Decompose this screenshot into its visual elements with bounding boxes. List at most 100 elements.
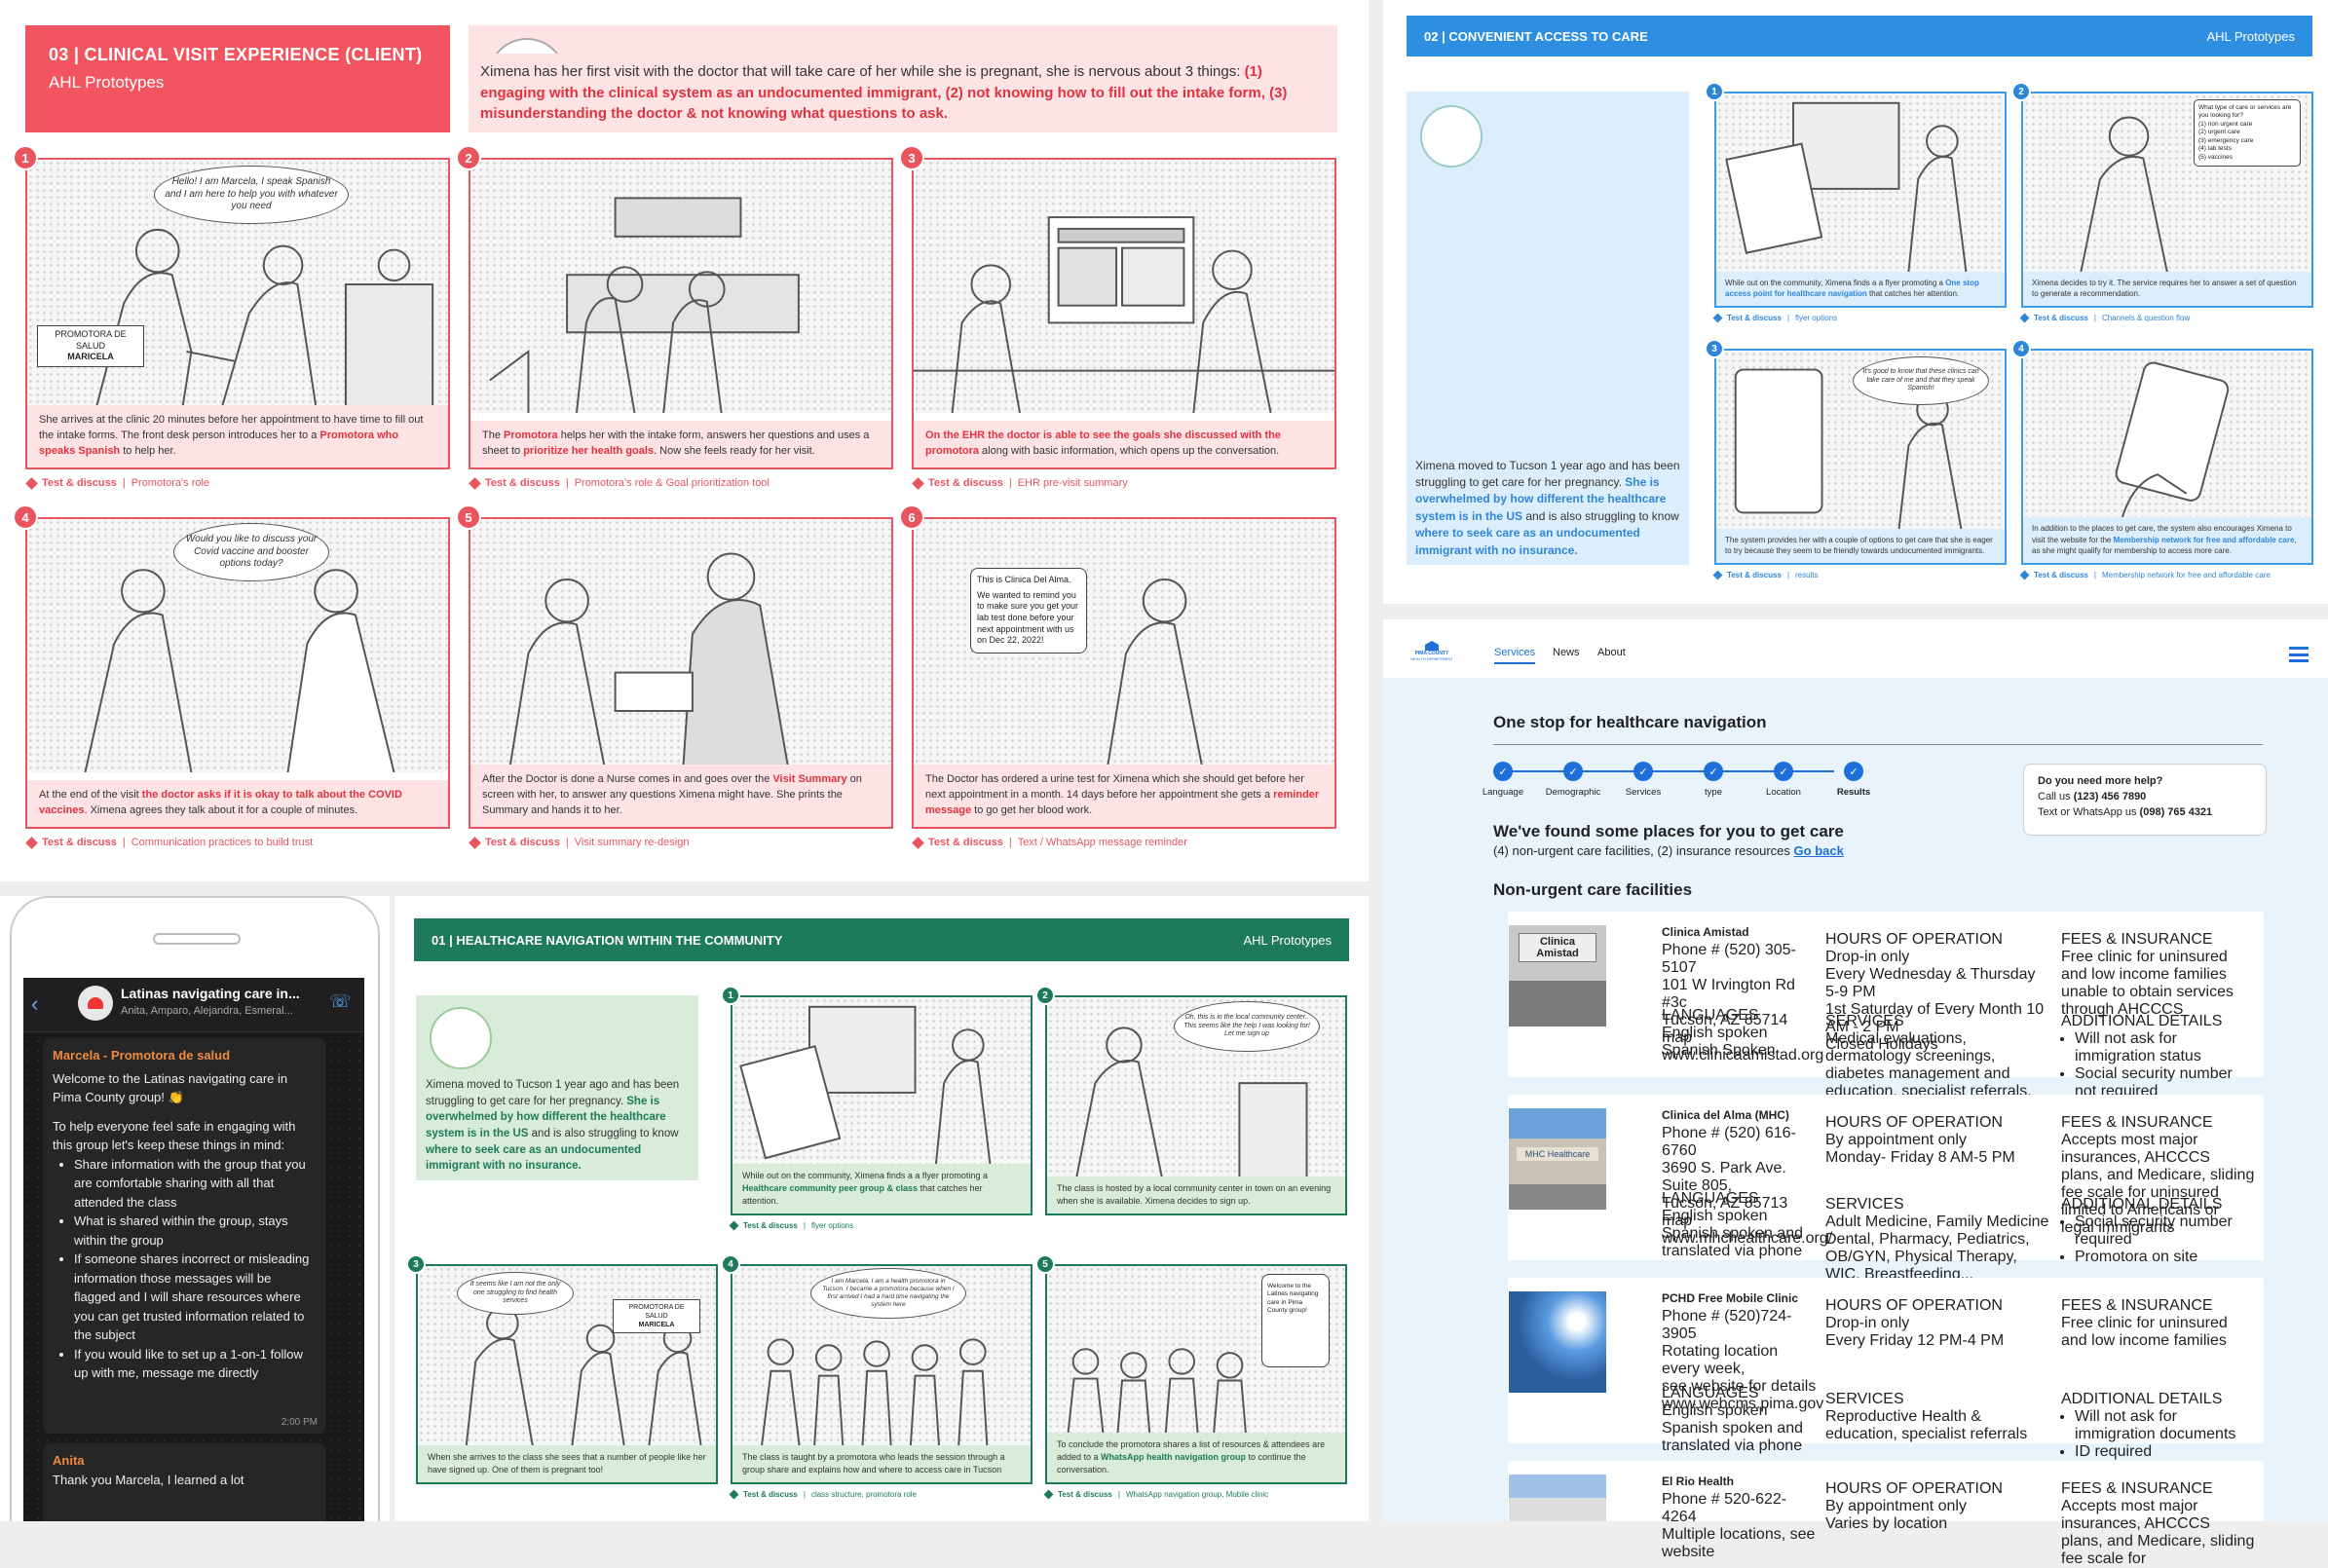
go-back-link[interactable]: Go back: [1794, 843, 1844, 858]
step-number-5: 5: [456, 504, 481, 530]
test-discuss-row: Test & discuss | Promotora's role & Goal p…: [469, 476, 770, 490]
facility-photo: [1509, 1291, 1606, 1393]
group-name[interactable]: Latinas navigating care in...: [121, 986, 300, 1001]
test-discuss-row: Test & discuss | Promotora's role: [25, 476, 209, 490]
back-arrow-icon[interactable]: ‹: [31, 991, 38, 1017]
building-icon: [1425, 641, 1439, 651]
nav-services[interactable]: Services: [1494, 647, 1536, 664]
frame-caption: The system provides her with a couple of…: [1716, 528, 2005, 563]
group-avatar[interactable]: [78, 986, 113, 1021]
community-frame-2: Oh, this is in the local community cente…: [1045, 995, 1347, 1215]
step-label: type: [1705, 787, 1722, 798]
detail-item: Will not ask for immigration documents: [2075, 1408, 2256, 1443]
message-bubble: Marcela - Promotora de salud Welcome to …: [43, 1038, 325, 1434]
step-number-6: 6: [899, 504, 924, 530]
storyboard-frame-5: After the Doctor is done a Nurse comes i…: [469, 517, 893, 829]
step-number-4: 4: [13, 504, 38, 530]
facility-card-3[interactable]: PCHD Free Mobile Clinic Phone # (520)724…: [1508, 1278, 2264, 1495]
nurse-summary-sketch: [507, 552, 790, 772]
storyboard-illustration: It seems like I am not the only one stru…: [418, 1266, 716, 1449]
speech-bubble: It seems like I am not the only one stru…: [457, 1272, 574, 1315]
step-check-icon[interactable]: ✓: [1563, 762, 1583, 781]
clinical-intro-box: Ximena has her first visit with the doct…: [469, 25, 1337, 132]
test-discuss-row: Test & discuss | WhatsApp navigation group…: [1043, 1489, 1268, 1500]
storyboard-illustration: Hello! I am Marcela, I speak Spanish and…: [27, 160, 448, 413]
frame-caption: To conclude the promotora shares a list …: [1047, 1432, 1345, 1482]
diamond-icon: [912, 476, 924, 490]
storyboard-illustration: [914, 160, 1334, 413]
nav-news[interactable]: News: [1553, 647, 1580, 658]
step-number-2: 2: [456, 145, 481, 170]
facility-photo: Clinica Amistad: [1509, 925, 1606, 1027]
clinical-subtitle: AHL Prototypes: [49, 73, 165, 92]
message-bubble: Anita Thank you Marcela, I learned a lot: [43, 1443, 325, 1521]
facility-name: Clinica Amistad: [1662, 925, 1749, 939]
top-nav: PIMA COUNTY HEALTH DEPARTMENT Services Ne…: [1383, 619, 2328, 678]
storyboard-illustration: This is Clinica Del Alma. We wanted to r…: [914, 519, 1334, 772]
found-title: We've found some places for you to get c…: [1493, 822, 1844, 840]
diamond-icon: [2019, 313, 2030, 323]
frame-caption: The Doctor has ordered a urine test for …: [914, 765, 1334, 827]
test-discuss-row: Test & discuss | Membership network for fr…: [2019, 570, 2271, 580]
storyboard-illustration: [1716, 93, 2005, 273]
storyboard-illustration: It's good to know that these clinics can…: [1716, 351, 2005, 530]
message-text: Thank you Marcela, I learned a lot: [53, 1472, 244, 1487]
facility-card-4[interactable]: El Rio Health Phone # 520-622-4264 Multi…: [1508, 1461, 2264, 1567]
access-step-3: 3: [1705, 339, 1724, 358]
storyboard-frame-4: Would you like to discuss your Covid vac…: [25, 517, 450, 829]
diamond-icon: [1712, 313, 1723, 323]
access-title: 02 | CONVENIENT ACCESS TO CARE: [1424, 28, 1648, 44]
pima-logo[interactable]: PIMA COUNTY HEALTH DEPARTMENT: [1408, 641, 1455, 661]
diamond-icon: [1712, 570, 1723, 580]
storyboard-illustration: I am Marcela, I am a health promotora in…: [732, 1266, 1031, 1449]
chat-screen: ‹ Latinas navigating care in... Anita, A…: [23, 978, 364, 1521]
frame-caption: She arrives at the clinic 20 minutes bef…: [27, 405, 448, 467]
test-discuss-row: Test & discuss | EHR pre-visit summary: [912, 476, 1128, 490]
diamond-icon: [25, 836, 38, 849]
group-members: Anita, Amparo, Alejandra, Esmeral...: [121, 1005, 293, 1017]
diamond-icon: [912, 836, 924, 849]
step-check-icon[interactable]: ✓: [1493, 762, 1513, 781]
frame-caption: When she arrives to the class she sees t…: [418, 1444, 716, 1482]
test-discuss-row: Test & discuss | Visit summary re-design: [469, 836, 689, 849]
diamond-icon: [469, 836, 481, 849]
flyer-board-sketch: [1725, 101, 1968, 273]
step-check-icon[interactable]: ✓: [1844, 762, 1863, 781]
ehr-computer-sketch: [914, 216, 1334, 413]
community-frame-1: While out on the community, Ximena finds…: [731, 995, 1033, 1215]
message-rules-list: Share information with the group that yo…: [53, 1155, 316, 1383]
facility-card-2[interactable]: MHC Healthcare Clinica del Alma (MHC) Ph…: [1508, 1095, 2264, 1283]
speech-bubble: It's good to know that these clinics can…: [1853, 356, 1989, 405]
facility-photo: MHC Healthcare: [1509, 1108, 1606, 1210]
message-sender: Marcela - Promotora de salud: [53, 1048, 231, 1063]
step-number-1: 1: [13, 145, 38, 170]
help-box: Do you need more help? Call us (123) 456…: [2023, 764, 2267, 836]
community-header: 01 | HEALTHCARE NAVIGATION WITHIN THE CO…: [414, 918, 1349, 961]
sms-message-box: This is Clinica Del Alma. We wanted to r…: [970, 568, 1087, 654]
help-whatsapp[interactable]: (098) 765 4321: [2140, 806, 2213, 818]
step-check-icon[interactable]: ✓: [1704, 762, 1723, 781]
step-check-icon[interactable]: ✓: [1633, 762, 1653, 781]
frame-caption: At the end of the visit the doctor asks …: [27, 780, 448, 827]
menu-icon[interactable]: [2289, 647, 2309, 662]
step-check-icon[interactable]: ✓: [1774, 762, 1793, 781]
facility-card-1[interactable]: Clinica Amistad Clinica Amistad Phone # …: [1508, 912, 2264, 1117]
nav-about[interactable]: About: [1597, 647, 1626, 658]
section-title: Non-urgent care facilities: [1493, 880, 1693, 899]
speech-bubble: Oh, this is in the local community cente…: [1174, 1001, 1320, 1052]
diamond-icon: [25, 476, 38, 490]
help-phone[interactable]: (123) 456 7890: [2074, 791, 2147, 803]
frame-caption: The class is taught by a promotora who l…: [732, 1444, 1031, 1482]
question-list-box: What type of care or services are you lo…: [2194, 99, 2301, 168]
community-step-2: 2: [1035, 986, 1055, 1005]
storyboard-illustration: [732, 997, 1031, 1180]
test-discuss-row: Test & discuss | Text / WhatsApp message r…: [912, 836, 1187, 849]
storyboard-frame-3: On the EHR the doctor is able to see the…: [912, 158, 1336, 469]
community-step-4: 4: [721, 1254, 740, 1274]
community-frame-4: I am Marcela, I am a health promotora in…: [731, 1264, 1033, 1484]
detail-item: ID required: [2075, 1443, 2256, 1461]
frame-caption: While out on the community, Ximena finds…: [732, 1163, 1031, 1213]
call-icon[interactable]: ☏: [329, 991, 352, 1012]
message-paragraph: To help everyone feel safe in engaging w…: [53, 1118, 296, 1153]
step-label: Language: [1482, 787, 1524, 798]
